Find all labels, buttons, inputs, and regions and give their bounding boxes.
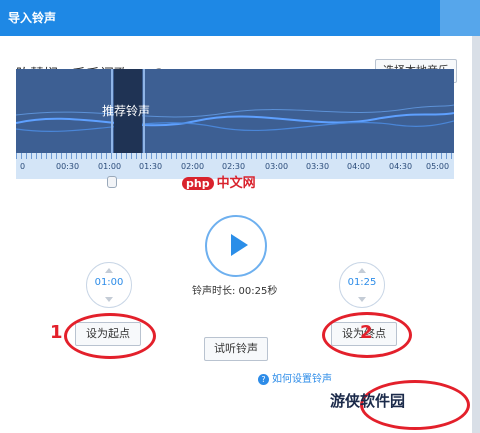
tick-label: 01:00 xyxy=(98,162,122,171)
arrow-down-icon[interactable] xyxy=(358,297,366,302)
tick-label: 01:30 xyxy=(139,162,163,171)
arrow-up-icon[interactable] xyxy=(358,268,366,273)
tick-label: 05:00 xyxy=(426,162,450,171)
tick-label: 00:30 xyxy=(56,162,80,171)
window-title: 导入铃声 xyxy=(8,11,57,25)
tick-label: 02:30 xyxy=(222,162,246,171)
brand-watermark: 游侠软件园 xyxy=(330,392,406,410)
tick-label: 04:30 xyxy=(389,162,413,171)
tick-label: 03:00 xyxy=(265,162,289,171)
annotation-number-one: 1 xyxy=(50,322,63,343)
play-icon xyxy=(231,234,248,256)
annotation-number-two: 2 xyxy=(360,322,373,343)
question-icon: ? xyxy=(258,374,269,385)
start-time-value: 01:00 xyxy=(94,277,124,288)
start-time-spinner[interactable]: 01:00 xyxy=(86,262,132,308)
play-button[interactable] xyxy=(205,215,267,277)
help-link[interactable]: ? 如何设置铃声 xyxy=(258,370,332,385)
tick-label: 04:00 xyxy=(347,162,371,171)
help-link-label: 如何设置铃声 xyxy=(272,374,332,385)
tick-label: 0 xyxy=(20,162,26,171)
timeline-ticks xyxy=(16,153,454,159)
end-time-value: 01:25 xyxy=(347,277,377,288)
timeline-drag-handle[interactable] xyxy=(107,176,117,188)
highlight-ring-start xyxy=(64,313,156,359)
arrow-down-icon[interactable] xyxy=(105,297,113,302)
watermark: php 中文网 xyxy=(182,172,256,191)
window-titlebar: 导入铃声 xyxy=(0,0,480,36)
watermark-php-badge: php xyxy=(182,177,214,190)
tick-label: 02:00 xyxy=(181,162,205,171)
recommended-ringtone-label: 推荐铃声 xyxy=(102,104,151,118)
end-time-spinner[interactable]: 01:25 xyxy=(339,262,385,308)
watermark-text: 中文网 xyxy=(216,176,256,191)
arrow-up-icon[interactable] xyxy=(105,268,113,273)
waveform[interactable]: 推荐铃声 xyxy=(16,69,454,153)
tick-label: 03:30 xyxy=(306,162,330,171)
ringtone-duration: 铃声时长: 00:25秒 xyxy=(192,286,278,297)
close-button[interactable] xyxy=(440,0,480,36)
preview-ringtone-button[interactable]: 试听铃声 xyxy=(204,337,268,361)
background-window-strip xyxy=(472,36,480,433)
waveform-lines xyxy=(16,104,454,132)
